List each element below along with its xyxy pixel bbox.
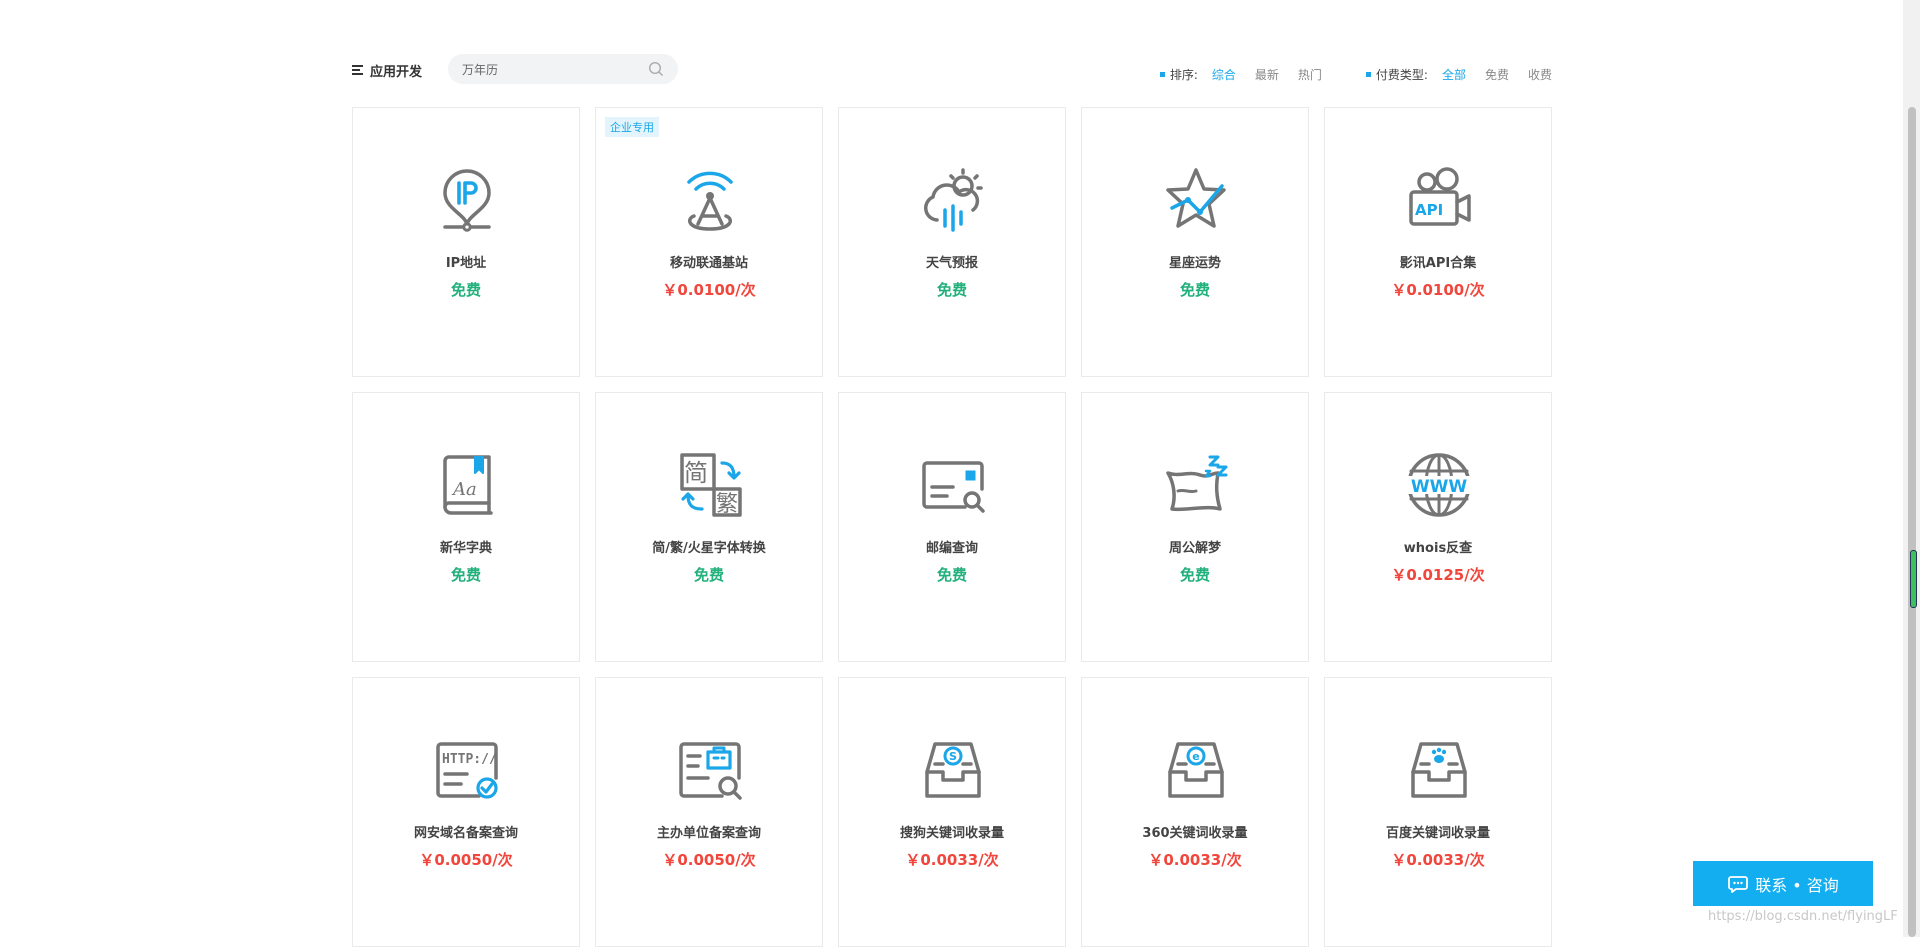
filters: 排序: 综合 最新 热门 付费类型: 全部 免费 收费 bbox=[1116, 66, 1552, 83]
card-price: ￥0.0033/次 bbox=[905, 851, 999, 869]
postcode-search-icon bbox=[922, 461, 985, 513]
menu-icon bbox=[352, 65, 363, 75]
pay-option-paid[interactable]: 收费 bbox=[1528, 66, 1552, 83]
http-check-icon: HTTP:// bbox=[436, 742, 498, 799]
api-card[interactable]: HTTP:// 网安域名备案查询 ￥0.0050/次 bbox=[352, 677, 580, 947]
search-input[interactable] bbox=[448, 54, 642, 84]
card-price: 免费 bbox=[1179, 281, 1210, 299]
card-price: ￥0.0050/次 bbox=[662, 851, 756, 869]
card-price: 免费 bbox=[1179, 566, 1210, 584]
api-card[interactable]: 周公解梦 免费 bbox=[1081, 392, 1309, 662]
pay-type-label: 付费类型: bbox=[1375, 68, 1428, 82]
pay-option-all[interactable]: 全部 bbox=[1442, 66, 1466, 83]
consult-label: 联系 • 咨询 bbox=[1755, 875, 1839, 895]
card-name: 天气预报 bbox=[925, 256, 978, 271]
card-price: 免费 bbox=[693, 566, 724, 584]
api-card[interactable]: 主办单位备案查询 ￥0.0050/次 bbox=[595, 677, 823, 947]
card-name: 百度关键词收录量 bbox=[1385, 826, 1490, 841]
api-card[interactable]: API 影讯API合集 ￥0.0100/次 bbox=[1324, 107, 1552, 377]
card-price: 免费 bbox=[936, 566, 967, 584]
sort-option-overall[interactable]: 综合 bbox=[1212, 66, 1236, 83]
svg-text:Aa: Aa bbox=[451, 479, 477, 500]
text-convert-icon: 简 繁 bbox=[680, 453, 742, 517]
card-price: ￥0.0100/次 bbox=[662, 281, 756, 299]
api-card[interactable]: 邮编查询 免费 bbox=[838, 392, 1066, 662]
pay-option-free[interactable]: 免费 bbox=[1485, 66, 1509, 83]
api-card[interactable]: 百度关键词收录量 ￥0.0033/次 bbox=[1324, 677, 1552, 947]
scroll-indicator bbox=[1910, 550, 1917, 608]
card-price: ￥0.0033/次 bbox=[1391, 851, 1485, 869]
card-price: ￥0.0050/次 bbox=[419, 851, 513, 869]
svg-text:WWW: WWW bbox=[1411, 477, 1468, 497]
svg-text:S: S bbox=[949, 750, 957, 763]
card-name: 星座运势 bbox=[1168, 256, 1221, 271]
card-name: IP地址 bbox=[445, 256, 487, 271]
api-card[interactable]: 星座运势 免费 bbox=[1081, 107, 1309, 377]
card-name: 周公解梦 bbox=[1168, 541, 1221, 556]
dictionary-icon: Aa bbox=[443, 455, 493, 515]
card-price: ￥0.0125/次 bbox=[1391, 566, 1485, 584]
card-price: 免费 bbox=[450, 566, 481, 584]
category-label: 应用开发 bbox=[370, 64, 423, 80]
base-station-icon bbox=[687, 171, 733, 231]
api-card[interactable]: IP地址 免费 bbox=[352, 107, 580, 377]
www-globe-icon: WWW bbox=[1407, 453, 1471, 517]
card-name: 网安域名备案查询 bbox=[413, 826, 518, 841]
pay-type-filter: 付费类型: 全部 免费 收费 bbox=[1365, 66, 1552, 83]
card-price: ￥0.0033/次 bbox=[1148, 851, 1242, 869]
sort-option-hot[interactable]: 热门 bbox=[1298, 66, 1322, 83]
baidu-tray-icon bbox=[1411, 742, 1467, 798]
360-tray-icon: e bbox=[1168, 742, 1224, 798]
scroll-thumb[interactable] bbox=[1908, 107, 1916, 937]
api-card[interactable]: 简 繁 简/繁/火星字体转换 免费 bbox=[595, 392, 823, 662]
api-card[interactable]: S 搜狗关键词收录量 ￥0.0033/次 bbox=[838, 677, 1066, 947]
camera-api-icon: API bbox=[1409, 167, 1471, 226]
scrollbar[interactable] bbox=[1903, 0, 1920, 937]
card-name: 移动联通基站 bbox=[669, 256, 748, 271]
category-title[interactable]: 应用开发 bbox=[352, 54, 422, 86]
chat-icon bbox=[1728, 875, 1749, 893]
consult-button[interactable]: 联系 • 咨询 bbox=[1693, 861, 1873, 906]
api-card[interactable]: Aa 新华字典 免费 bbox=[352, 392, 580, 662]
api-grid: IP地址 免费 企业专用 移动联通基站 ￥0.0100/次 天气预报 免费 星座… bbox=[352, 107, 1552, 947]
sort-option-newest[interactable]: 最新 bbox=[1255, 66, 1279, 83]
card-name: 360关键词收录量 bbox=[1142, 826, 1248, 841]
search-box bbox=[448, 54, 678, 84]
weather-icon bbox=[924, 168, 983, 232]
pay-dot bbox=[1365, 72, 1371, 77]
pillow-dream-icon bbox=[1166, 455, 1228, 512]
card-name: 影讯API合集 bbox=[1399, 256, 1477, 271]
card-name: 主办单位备案查询 bbox=[656, 826, 761, 841]
card-name: 新华字典 bbox=[439, 541, 492, 556]
enterprise-badge: 企业专用 bbox=[605, 117, 659, 137]
sort-filter: 排序: 综合 最新 热门 bbox=[1159, 66, 1322, 83]
card-name: 搜狗关键词收录量 bbox=[899, 826, 1004, 841]
search-icon[interactable] bbox=[648, 61, 664, 77]
card-price: 免费 bbox=[450, 281, 481, 299]
api-card[interactable]: e 360关键词收录量 ￥0.0033/次 bbox=[1081, 677, 1309, 947]
svg-text:e: e bbox=[1192, 750, 1199, 763]
api-card[interactable]: 企业专用 移动联通基站 ￥0.0100/次 bbox=[595, 107, 823, 377]
svg-text:API: API bbox=[1415, 201, 1443, 219]
api-card[interactable]: 天气预报 免费 bbox=[838, 107, 1066, 377]
card-price: 免费 bbox=[936, 281, 967, 299]
api-card[interactable]: WWW whois反查 ￥0.0125/次 bbox=[1324, 392, 1552, 662]
svg-text:繁: 繁 bbox=[716, 492, 738, 517]
svg-text:HTTP://: HTTP:// bbox=[442, 752, 497, 767]
organization-search-icon bbox=[679, 742, 742, 800]
sogou-tray-icon: S bbox=[925, 742, 981, 798]
card-name: 邮编查询 bbox=[925, 541, 978, 556]
svg-text:简: 简 bbox=[684, 459, 708, 487]
card-name: whois反查 bbox=[1403, 541, 1473, 556]
card-price: ￥0.0100/次 bbox=[1391, 281, 1485, 299]
watermark: https://blog.csdn.net/flyingLF bbox=[1708, 909, 1898, 924]
card-name: 简/繁/火星字体转换 bbox=[652, 541, 766, 556]
sort-dot bbox=[1159, 72, 1165, 77]
ip-location-icon bbox=[443, 169, 491, 232]
sort-label: 排序: bbox=[1169, 68, 1198, 82]
toolbar: 应用开发 排序: 综合 最新 热门 付费类型: 全部 免费 收费 bbox=[352, 54, 1552, 86]
star-trend-icon bbox=[1166, 168, 1226, 228]
